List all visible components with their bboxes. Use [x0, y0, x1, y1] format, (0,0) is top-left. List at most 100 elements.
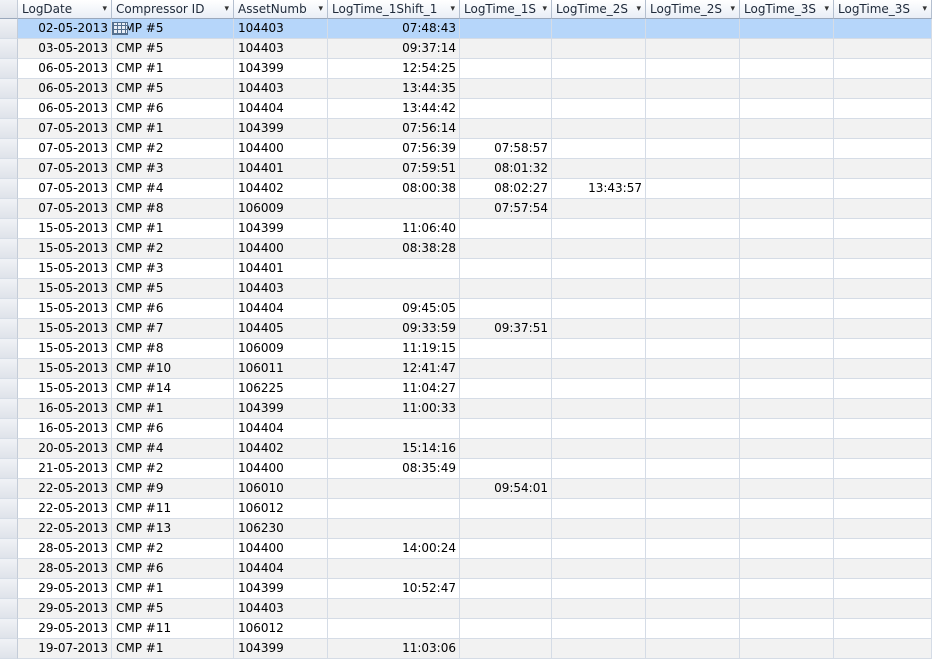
table-cell[interactable] — [552, 219, 646, 239]
record-selector[interactable] — [0, 559, 18, 579]
table-cell[interactable] — [740, 139, 834, 159]
table-row[interactable]: 22-05-2013 CMP #11 106012 — [0, 499, 932, 519]
table-cell[interactable] — [552, 459, 646, 479]
table-row[interactable]: 22-05-2013 CMP #13 106230 — [0, 519, 932, 539]
table-cell[interactable] — [460, 59, 552, 79]
table-row[interactable]: 15-05-2013 CMP #14 106225 11:04:27 — [0, 379, 932, 399]
table-cell[interactable]: 15-05-2013 — [18, 339, 112, 359]
table-cell[interactable]: 07:58:57 — [460, 139, 552, 159]
table-cell[interactable] — [834, 259, 932, 279]
table-cell[interactable]: CMP #6 — [112, 559, 234, 579]
table-cell[interactable] — [834, 19, 932, 39]
table-cell[interactable] — [552, 399, 646, 419]
table-cell[interactable]: CMP #9 — [112, 479, 234, 499]
table-cell[interactable] — [834, 219, 932, 239]
table-cell[interactable] — [740, 419, 834, 439]
table-cell[interactable]: 12:54:25 — [328, 59, 460, 79]
table-cell[interactable] — [834, 319, 932, 339]
table-cell[interactable] — [646, 279, 740, 299]
table-cell[interactable] — [460, 419, 552, 439]
record-selector[interactable] — [0, 599, 18, 619]
table-cell[interactable]: 104400 — [234, 239, 328, 259]
record-selector[interactable] — [0, 639, 18, 659]
record-selector[interactable] — [0, 79, 18, 99]
dropdown-arrow-icon[interactable]: ▾ — [730, 0, 735, 18]
table-cell[interactable] — [646, 79, 740, 99]
table-cell[interactable] — [740, 359, 834, 379]
table-cell[interactable] — [328, 619, 460, 639]
table-cell[interactable]: CMP #14 — [112, 379, 234, 399]
table-cell[interactable]: 20-05-2013 — [18, 439, 112, 459]
record-selector[interactable] — [0, 19, 18, 39]
table-cell[interactable]: 104404 — [234, 559, 328, 579]
table-cell[interactable]: CMP #2 — [112, 539, 234, 559]
table-cell[interactable] — [460, 399, 552, 419]
table-cell[interactable]: 15-05-2013 — [18, 239, 112, 259]
table-cell[interactable]: 13:44:42 — [328, 99, 460, 119]
table-cell[interactable]: 28-05-2013 — [18, 539, 112, 559]
table-cell[interactable]: 09:37:51 — [460, 319, 552, 339]
table-cell[interactable] — [552, 79, 646, 99]
table-cell[interactable] — [646, 439, 740, 459]
table-cell[interactable] — [328, 599, 460, 619]
table-cell[interactable]: 08:01:32 — [460, 159, 552, 179]
record-selector[interactable] — [0, 379, 18, 399]
table-cell[interactable] — [552, 279, 646, 299]
table-cell[interactable]: 02-05-2013 — [18, 19, 112, 39]
table-cell[interactable]: 09:33:59 — [328, 319, 460, 339]
record-selector[interactable] — [0, 159, 18, 179]
table-cell[interactable]: 104403 — [234, 19, 328, 39]
table-cell[interactable] — [460, 79, 552, 99]
table-cell[interactable]: 106009 — [234, 339, 328, 359]
table-cell[interactable]: 22-05-2013 — [18, 479, 112, 499]
table-cell[interactable]: 104403 — [234, 39, 328, 59]
table-cell[interactable] — [740, 259, 834, 279]
table-cell[interactable] — [740, 519, 834, 539]
table-cell[interactable] — [460, 279, 552, 299]
table-cell[interactable] — [646, 39, 740, 59]
table-cell[interactable] — [740, 99, 834, 119]
table-cell[interactable]: 104403 — [234, 279, 328, 299]
table-cell[interactable] — [646, 179, 740, 199]
table-cell[interactable] — [740, 39, 834, 59]
table-cell[interactable] — [646, 19, 740, 39]
column-header[interactable]: LogTime_2S ▾ — [552, 0, 646, 19]
table-cell[interactable] — [834, 599, 932, 619]
select-all-button[interactable] — [0, 0, 18, 19]
table-cell[interactable]: 16-05-2013 — [18, 419, 112, 439]
table-cell[interactable]: CMP #2 — [112, 239, 234, 259]
record-selector[interactable] — [0, 499, 18, 519]
table-cell[interactable] — [646, 259, 740, 279]
record-selector[interactable] — [0, 39, 18, 59]
table-cell[interactable]: 106230 — [234, 519, 328, 539]
table-cell[interactable] — [834, 339, 932, 359]
table-cell[interactable] — [552, 159, 646, 179]
table-cell[interactable] — [740, 219, 834, 239]
table-cell[interactable]: 11:06:40 — [328, 219, 460, 239]
table-cell[interactable] — [646, 399, 740, 419]
table-cell[interactable] — [552, 619, 646, 639]
table-cell[interactable]: 28-05-2013 — [18, 559, 112, 579]
record-selector[interactable] — [0, 399, 18, 419]
table-cell[interactable] — [740, 639, 834, 659]
table-cell[interactable]: 09:37:14 — [328, 39, 460, 59]
table-cell[interactable] — [834, 279, 932, 299]
record-selector[interactable] — [0, 579, 18, 599]
table-cell[interactable] — [834, 619, 932, 639]
table-cell[interactable] — [646, 299, 740, 319]
table-cell[interactable]: CMP #3 — [112, 159, 234, 179]
table-cell[interactable] — [460, 599, 552, 619]
table-cell[interactable]: 07-05-2013 — [18, 139, 112, 159]
table-cell[interactable]: 104400 — [234, 539, 328, 559]
table-cell[interactable]: 08:02:27 — [460, 179, 552, 199]
table-cell[interactable] — [646, 499, 740, 519]
table-cell[interactable]: 09:54:01 — [460, 479, 552, 499]
table-cell[interactable] — [740, 399, 834, 419]
table-row[interactable]: 29-05-2013 CMP #5 104403 — [0, 599, 932, 619]
table-cell[interactable] — [834, 199, 932, 219]
table-cell[interactable] — [740, 319, 834, 339]
table-row[interactable]: 21-05-2013 CMP #2 104400 08:35:49 — [0, 459, 932, 479]
table-cell[interactable] — [740, 279, 834, 299]
table-row[interactable]: 15-05-2013 CMP #1 104399 11:06:40 — [0, 219, 932, 239]
table-cell[interactable]: 08:35:49 — [328, 459, 460, 479]
